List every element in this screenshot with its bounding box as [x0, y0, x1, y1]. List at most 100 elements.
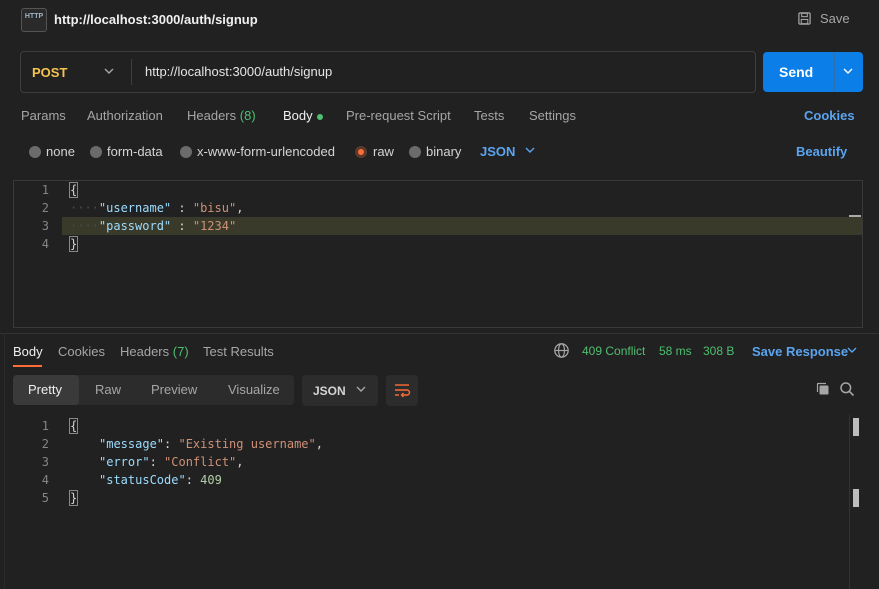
chevron-down-icon: [355, 382, 367, 399]
code-line: "message": "Existing username",: [99, 437, 323, 451]
json-separator: :: [171, 219, 193, 233]
tab-headers[interactable]: Headers (8): [187, 108, 256, 123]
brace: {: [68, 182, 79, 198]
option-label[interactable]: form-data: [107, 144, 163, 159]
json-value: "bisu": [192, 201, 237, 215]
tab-label: Headers: [120, 344, 170, 359]
tab-label: Headers: [187, 108, 237, 123]
copy-icon[interactable]: [815, 381, 831, 400]
wrap-lines-icon: [395, 384, 411, 398]
status-dot: [316, 113, 323, 120]
scrollbar-thumb[interactable]: [853, 418, 859, 436]
send-label: Send: [779, 64, 814, 80]
line-number: 3: [41, 455, 49, 469]
line-number: 4: [41, 237, 49, 251]
line-number: 1: [41, 419, 49, 433]
save-label: Save: [820, 11, 850, 26]
option-label[interactable]: raw: [373, 144, 394, 159]
json-value: "Existing username": [178, 437, 316, 451]
line-number: 5: [41, 491, 49, 505]
headers-count: (8): [239, 108, 256, 123]
radio-raw[interactable]: [355, 146, 367, 158]
tab-tests[interactable]: Tests: [474, 108, 504, 123]
scrollbar-thumb[interactable]: [853, 489, 859, 507]
json-key: "username": [98, 201, 172, 215]
tab-params[interactable]: Params: [21, 108, 66, 123]
send-options-chevron-icon[interactable]: [842, 64, 854, 81]
globe-icon[interactable]: [553, 342, 570, 362]
view-mode-visualize[interactable]: Visualize: [228, 382, 280, 397]
line-number: 2: [41, 201, 49, 215]
response-tab-test-results[interactable]: Test Results: [203, 344, 274, 359]
line-number: 1: [41, 183, 49, 197]
response-size[interactable]: 308 B: [703, 344, 734, 358]
response-tab-headers[interactable]: Headers (7): [120, 344, 189, 359]
code-line: ····"password" : "1234": [70, 219, 237, 233]
json-value: "Conflict": [164, 455, 237, 469]
divider[interactable]: [0, 333, 879, 334]
code-line: }: [68, 236, 79, 252]
code-line: {: [68, 182, 79, 198]
scrollbar[interactable]: [849, 215, 861, 217]
response-time[interactable]: 58 ms: [659, 344, 692, 358]
option-label[interactable]: none: [46, 144, 75, 159]
tab-pre-request-script[interactable]: Pre-request Script: [346, 108, 451, 123]
line-number: 2: [41, 437, 49, 451]
json-key: "password": [98, 219, 172, 233]
view-mode-raw[interactable]: Raw: [95, 382, 121, 397]
headers-count: (7): [172, 344, 189, 359]
divider: [4, 333, 5, 589]
http-request-icon: HTTP: [21, 8, 47, 32]
radio-none[interactable]: [29, 146, 41, 158]
request-title[interactable]: http://localhost:3000/auth/signup: [54, 12, 258, 27]
save-button[interactable]: Save: [797, 11, 850, 26]
response-tab-cookies[interactable]: Cookies: [58, 344, 105, 359]
option-label[interactable]: x-www-form-urlencoded: [197, 144, 335, 159]
chevron-down-icon[interactable]: [103, 64, 115, 81]
chevron-down-icon[interactable]: [524, 143, 536, 160]
radio-form-data[interactable]: [90, 146, 102, 158]
chevron-down-icon[interactable]: [846, 343, 858, 360]
active-tab-indicator: [13, 365, 42, 367]
method-select[interactable]: POST: [32, 65, 67, 80]
json-key: "error": [99, 455, 150, 469]
tab-settings[interactable]: Settings: [529, 108, 576, 123]
code-line: {: [68, 418, 79, 434]
body-format-select[interactable]: JSON: [480, 144, 515, 159]
cookies-link[interactable]: Cookies: [804, 108, 855, 123]
beautify-button[interactable]: Beautify: [796, 144, 847, 159]
json-key: "statusCode": [99, 473, 186, 487]
url-input[interactable]: http://localhost:3000/auth/signup: [145, 64, 332, 79]
json-comma: ,: [236, 201, 244, 215]
json-value: "1234": [192, 219, 237, 233]
tab-body[interactable]: Body: [283, 108, 323, 123]
search-icon[interactable]: [839, 381, 855, 400]
wrap-lines-button[interactable]: [386, 375, 418, 406]
json-separator: :: [171, 201, 193, 215]
scrollbar-track: [849, 415, 850, 589]
http-icon-label: HTTP: [24, 13, 44, 20]
response-tab-body[interactable]: Body: [13, 344, 43, 359]
save-icon: [798, 12, 811, 25]
line-number: 4: [41, 473, 49, 487]
option-label[interactable]: binary: [426, 144, 461, 159]
line-number: 3: [41, 219, 49, 233]
code-line: "error": "Conflict",: [99, 455, 244, 469]
radio-binary[interactable]: [409, 146, 421, 158]
status-code[interactable]: 409 Conflict: [582, 344, 645, 358]
tab-authorization[interactable]: Authorization: [87, 108, 163, 123]
view-mode-pretty[interactable]: Pretty: [28, 382, 62, 397]
radio-urlencoded[interactable]: [180, 146, 192, 158]
json-value: 409: [200, 473, 222, 487]
response-format-label: JSON: [313, 384, 346, 398]
brace: {: [68, 418, 79, 434]
save-response-button[interactable]: Save Response: [752, 344, 848, 359]
brace: }: [68, 490, 79, 506]
divider: [131, 59, 132, 85]
code-line: }: [68, 490, 79, 506]
brace: }: [68, 236, 79, 252]
view-mode-preview[interactable]: Preview: [151, 382, 197, 397]
tab-label: Body: [283, 108, 313, 123]
code-line: ····"username" : "bisu",: [70, 201, 244, 215]
divider: [834, 52, 835, 92]
